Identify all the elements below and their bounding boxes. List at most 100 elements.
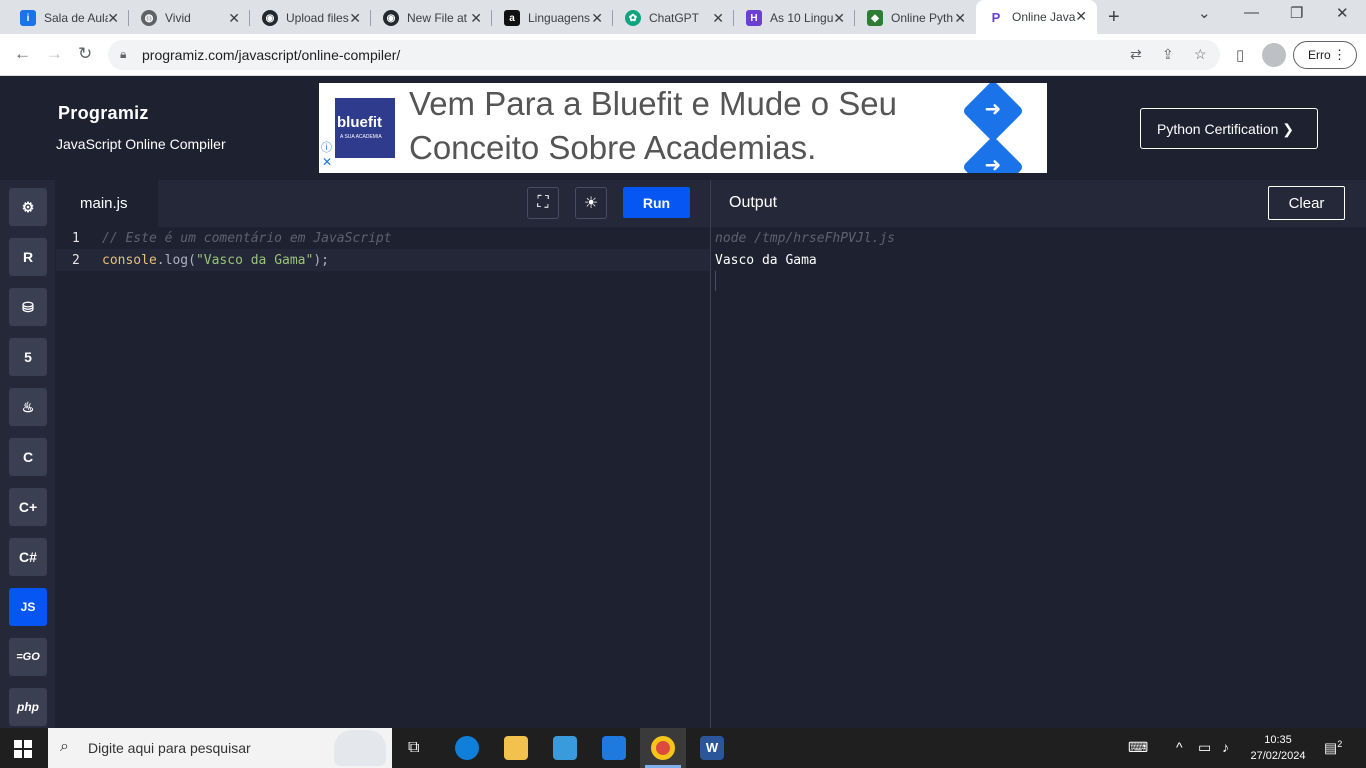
side-panel-icon[interactable]: ▯ — [1236, 46, 1244, 64]
programiz-logo[interactable]: Programiz — [58, 103, 149, 124]
go-icon[interactable]: =GO — [9, 638, 47, 676]
task-view-icon[interactable]: ⧉ — [408, 739, 419, 757]
shield-icon: ◆ — [867, 10, 883, 26]
browser-tab[interactable]: ◆ Online Pyth ✕ — [855, 2, 976, 34]
word-icon[interactable]: W — [700, 736, 724, 760]
clear-button[interactable]: Clear — [1268, 186, 1345, 220]
c-icon[interactable]: C — [9, 438, 47, 476]
browser-tab-active[interactable]: P Online Java ✕ — [976, 0, 1097, 34]
search-icon: ⌕ — [60, 738, 69, 755]
minimize-icon[interactable]: — — [1244, 4, 1259, 21]
reload-icon[interactable]: ↻ — [78, 44, 92, 64]
output-console[interactable]: node /tmp/hrseFhPVJl.js Vasco da Gama — [711, 227, 1366, 728]
profile-avatar[interactable] — [1262, 43, 1286, 67]
profile-error-button[interactable]: Erro ⋮ — [1293, 41, 1357, 69]
window-close-icon[interactable]: ✕ — [1336, 4, 1349, 22]
windows-start-icon[interactable] — [14, 740, 32, 758]
python-icon[interactable]: ⚙ — [9, 188, 47, 226]
run-button[interactable]: Run — [623, 187, 690, 218]
browser-tab[interactable]: ✿ ChatGPT ✕ — [613, 2, 734, 34]
language-sidebar: ⚙ R ⛁ 5 ♨ C C+ C# JS =GO php — [0, 180, 55, 728]
sql-icon[interactable]: ⛁ — [9, 288, 47, 326]
translate-icon[interactable]: ⇄ — [1130, 46, 1142, 63]
java-icon[interactable]: ♨ — [9, 388, 47, 426]
restore-icon[interactable]: ❐ — [1290, 4, 1303, 22]
tab-label: New File at — [407, 11, 468, 25]
javascript-icon[interactable]: JS — [9, 588, 47, 626]
keyboard-icon[interactable]: ⌨ — [1128, 739, 1148, 756]
browser-tab[interactable]: H As 10 Lingu ✕ — [734, 2, 855, 34]
close-icon[interactable]: ✕ — [107, 10, 119, 27]
browser-tab[interactable]: ◍ Vivid ✕ — [129, 2, 250, 34]
site-header: Programiz JavaScript Online Compiler blu… — [0, 77, 1366, 179]
r-icon[interactable]: R — [9, 238, 47, 276]
ad-arrow-icon[interactable]: ➜ — [961, 135, 1025, 173]
ad-arrow-icon[interactable]: ➜ — [961, 83, 1025, 143]
output-result: Vasco da Gama — [715, 253, 817, 268]
github-icon: ◉ — [262, 10, 278, 26]
windows-taskbar: ⌕ Digite aqui para pesquisar ⧉ W ⌨ ^ ▭ ♪… — [0, 728, 1366, 768]
tab-label: Sala de Aula — [44, 11, 108, 25]
network-icon[interactable]: ▭ — [1198, 739, 1211, 756]
chevron-up-icon[interactable]: ^ — [1176, 739, 1183, 755]
url-field[interactable]: 🔒︎ programiz.com/javascript/online-compi… — [108, 40, 1220, 70]
advertisement-banner[interactable]: bluefit A SUA ACADEMIA Vem Para a Bluefi… — [319, 83, 1047, 173]
clock-time: 10:35 — [1264, 734, 1292, 746]
code-editor[interactable]: 1 // Este é um comentário em JavaScript … — [56, 227, 710, 728]
theme-toggle-icon[interactable]: ☀ — [575, 187, 607, 219]
search-highlight-image[interactable] — [334, 730, 386, 766]
volume-icon[interactable]: ♪ — [1222, 739, 1229, 755]
tab-label: Upload files — [286, 11, 349, 25]
ad-headline-1: Vem Para a Bluefit e Mude o Seu — [409, 85, 897, 122]
mail-icon[interactable] — [602, 736, 626, 760]
close-icon[interactable]: ✕ — [349, 10, 361, 27]
ad-close-icon[interactable]: ✕ — [322, 155, 332, 169]
lock-icon[interactable]: 🔒︎ — [120, 47, 126, 62]
file-explorer-icon[interactable] — [504, 736, 528, 760]
close-icon[interactable]: ✕ — [833, 10, 845, 27]
close-icon[interactable]: ✕ — [954, 10, 966, 27]
more-icon[interactable]: ⋮ — [1333, 47, 1346, 63]
close-icon[interactable]: ✕ — [591, 10, 603, 27]
info-icon: i — [20, 10, 36, 26]
notification-icon[interactable]: ▤2 — [1324, 739, 1342, 757]
chrome-icon[interactable] — [651, 736, 675, 760]
system-clock[interactable]: 10:35 27/02/2024 — [1246, 732, 1310, 764]
html5-icon[interactable]: 5 — [9, 338, 47, 376]
tab-label: Online Pyth — [891, 11, 954, 25]
close-icon[interactable]: ✕ — [228, 10, 240, 27]
ad-brand-logo: bluefit A SUA ACADEMIA — [335, 98, 395, 158]
forward-icon[interactable]: → — [46, 44, 63, 64]
microsoft-store-icon[interactable] — [553, 736, 577, 760]
app-icon: a — [504, 10, 520, 26]
share-icon[interactable]: ⇪ — [1162, 46, 1174, 63]
output-command: node /tmp/hrseFhPVJl.js — [715, 231, 896, 246]
star-icon[interactable]: ☆ — [1194, 46, 1207, 63]
ad-info-icon[interactable]: ⓘ — [321, 139, 332, 155]
tab-label: ChatGPT — [649, 11, 700, 25]
code-line-comment: // Este é um comentário em JavaScript — [102, 231, 392, 246]
new-tab-icon[interactable]: + — [1108, 6, 1120, 29]
github-icon: ◉ — [383, 10, 399, 26]
taskbar-search-field[interactable]: ⌕ Digite aqui para pesquisar — [48, 728, 392, 768]
close-icon[interactable]: ✕ — [470, 10, 482, 27]
php-icon[interactable]: php — [9, 688, 47, 726]
close-icon[interactable]: ✕ — [1075, 8, 1087, 25]
cpp-icon[interactable]: C+ — [9, 488, 47, 526]
edge-icon[interactable] — [455, 736, 479, 760]
browser-tab[interactable]: a Linguagens ✕ — [492, 2, 613, 34]
browser-tab[interactable]: i Sala de Aula ✕ — [8, 2, 129, 34]
hashtag-icon: H — [746, 10, 762, 26]
chevron-down-icon[interactable]: ⌄ — [1198, 4, 1211, 22]
tab-label: Vivid — [165, 11, 191, 25]
close-icon[interactable]: ✕ — [712, 10, 724, 27]
python-certification-button[interactable]: Python Certification ❯ — [1140, 108, 1318, 149]
csharp-icon[interactable]: C# — [9, 538, 47, 576]
back-icon[interactable]: ← — [14, 44, 31, 64]
fullscreen-icon[interactable]: ⛶ — [527, 187, 559, 219]
browser-tab[interactable]: ◉ Upload files ✕ — [250, 2, 371, 34]
browser-tab[interactable]: ◉ New File at ✕ — [371, 2, 492, 34]
tab-label: Online Java — [1012, 10, 1076, 24]
file-tab[interactable]: main.js — [56, 180, 158, 227]
tab-label: Linguagens — [528, 11, 591, 25]
